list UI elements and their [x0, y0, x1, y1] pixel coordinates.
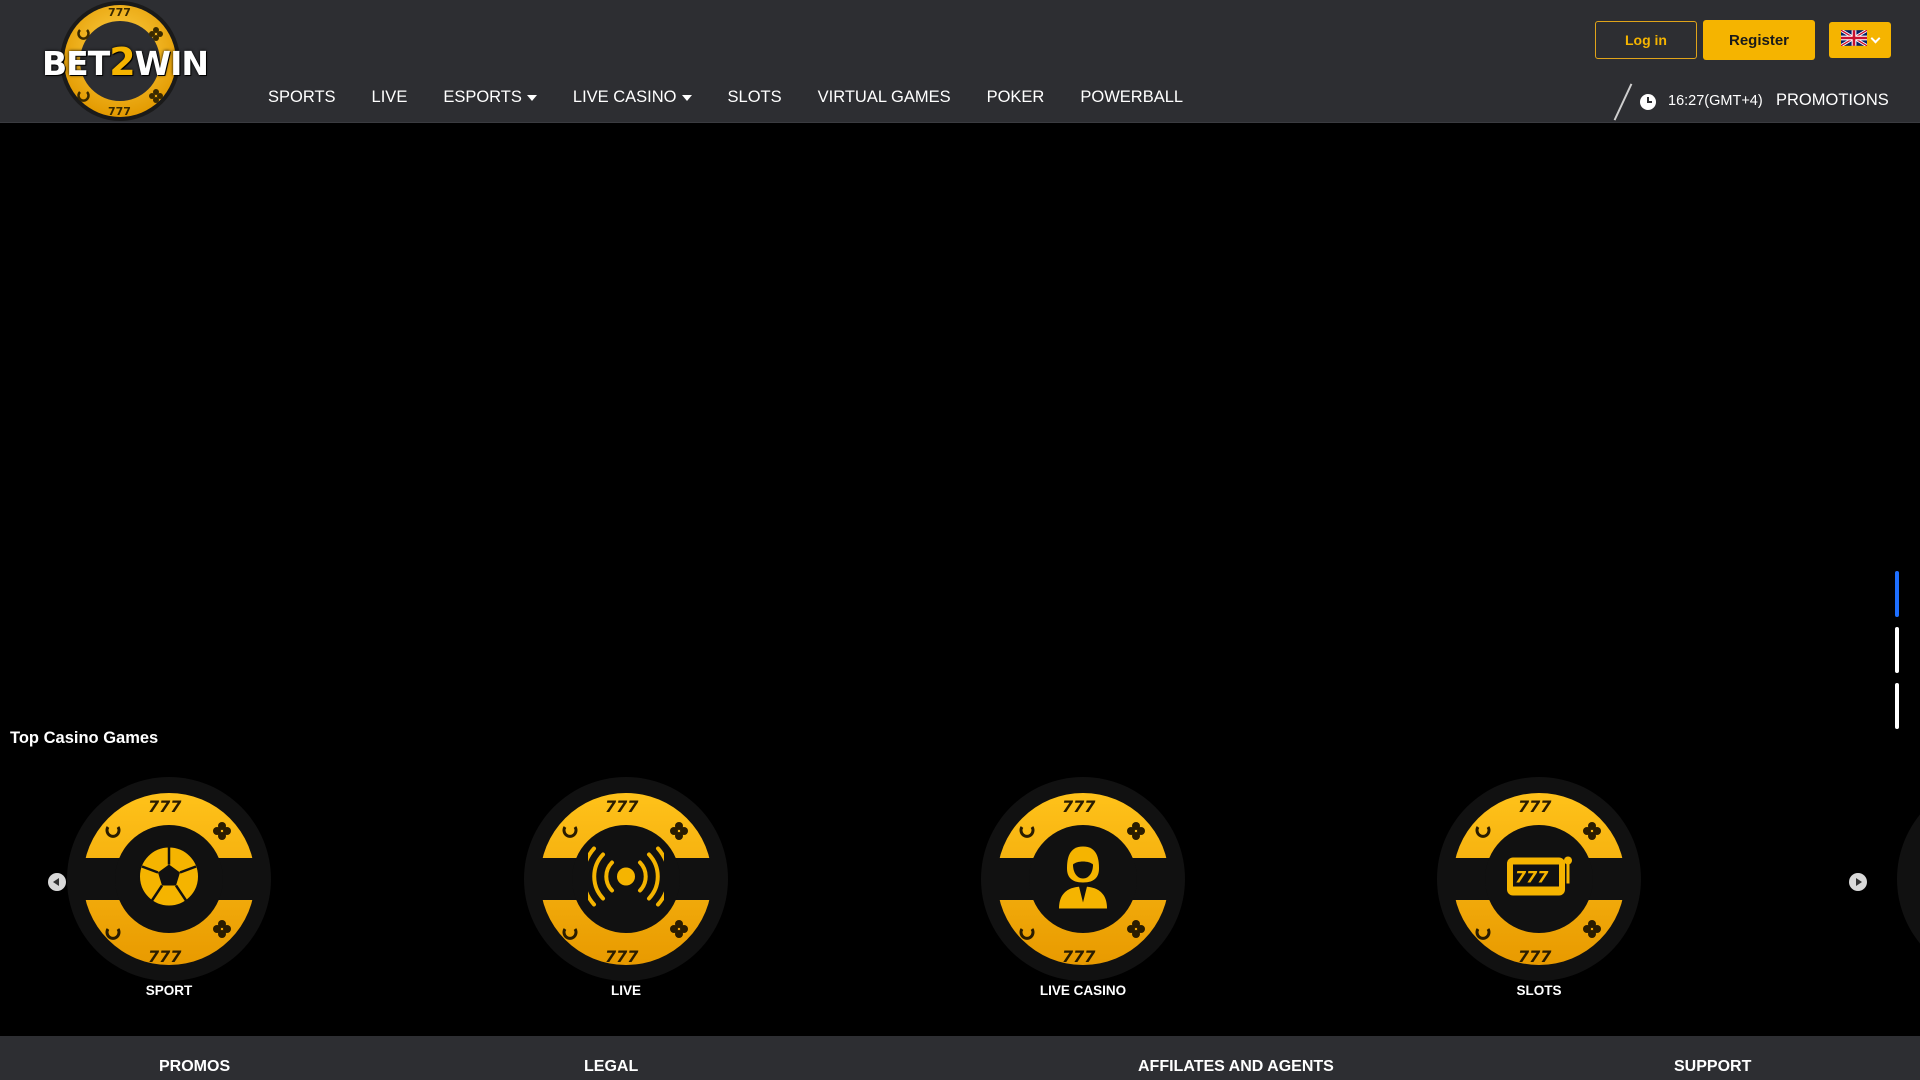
nav-slots[interactable]: SLOTS	[728, 88, 782, 107]
svg-text:777: 777	[1518, 797, 1552, 816]
nav-live-casino[interactable]: LIVE CASINO	[573, 88, 692, 107]
svg-text:777: 777	[1062, 797, 1096, 816]
live-broadcast-icon	[581, 846, 671, 912]
footer-promos-heading[interactable]: PROMOS	[159, 1058, 230, 1076]
nav-virtual-games[interactable]: VIRTUAL GAMES	[818, 88, 951, 107]
game-card-live[interactable]: 777 777 LIVE	[521, 774, 731, 1010]
clock-icon	[1640, 94, 1656, 110]
svg-text:777: 777	[605, 947, 639, 966]
svg-text:777: 777	[1518, 947, 1552, 966]
svg-text:777: 777	[605, 797, 639, 816]
svg-text:777: 777	[148, 947, 182, 966]
nav-powerball[interactable]: POWERBALL	[1080, 88, 1183, 107]
nav-poker[interactable]: POKER	[987, 88, 1045, 107]
game-label: SPORT	[145, 983, 193, 998]
logo-wordmark: BET2WIN	[42, 40, 209, 84]
svg-text:777: 777	[108, 6, 131, 19]
site-header: 777 777 BET2WIN SPORTS LIVE ESPORTS LIVE…	[0, 0, 1920, 123]
caret-down-icon	[681, 94, 692, 101]
footer-affiliates-heading[interactable]: AFFILATES AND AGENTS	[1138, 1058, 1334, 1076]
svg-text:777: 777	[148, 797, 182, 816]
bet2win-logo[interactable]: 777 777 BET2WIN	[42, 0, 209, 122]
nav-sports[interactable]: SPORTS	[268, 88, 336, 107]
slot-machine-icon: 777	[1504, 852, 1574, 907]
site-footer: PROMOS LEGAL AFFILATES AND AGENTS SUPPOR…	[0, 1036, 1920, 1080]
carousel-next-button[interactable]	[1849, 873, 1867, 891]
chip-graphic: 777 777	[978, 774, 1188, 984]
top-games-title: Top Casino Games	[10, 729, 159, 747]
register-button[interactable]: Register	[1703, 20, 1815, 60]
next-game-card-peek	[1894, 774, 1920, 984]
soccer-ball-icon	[135, 843, 203, 916]
game-card-slots[interactable]: 777 777 777 SLOTS	[1434, 774, 1644, 1010]
svg-text:777: 777	[1062, 947, 1096, 966]
uk-flag-icon	[1840, 28, 1868, 51]
nav-esports[interactable]: ESPORTS	[443, 88, 537, 107]
hero-banner	[0, 124, 1920, 729]
caret-down-icon	[526, 94, 537, 101]
game-label: LIVE CASINO	[1039, 983, 1127, 998]
divider	[1613, 83, 1633, 121]
chevron-down-icon	[1870, 33, 1881, 43]
game-card-sport[interactable]: 777 777 SPORT	[64, 774, 274, 1010]
main-nav: SPORTS LIVE ESPORTS LIVE CASINO SLOTS VI…	[268, 88, 1219, 107]
game-card-live-casino[interactable]: 777 777 LIVE CASINO	[978, 774, 1188, 1010]
chip-graphic: 777 777 777	[1434, 774, 1644, 984]
game-label: SLOTS	[1516, 983, 1562, 998]
svg-text:777: 777	[1515, 868, 1549, 887]
footer-legal-heading[interactable]: LEGAL	[584, 1058, 638, 1076]
game-label: LIVE	[610, 983, 641, 998]
arrow-right-icon	[1856, 878, 1862, 886]
nav-live[interactable]: LIVE	[372, 88, 408, 107]
login-button[interactable]: Log in	[1595, 21, 1697, 59]
chip-graphic: 777 777	[64, 774, 274, 984]
footer-support-heading[interactable]: SUPPORT	[1674, 1058, 1751, 1076]
dealer-icon	[1055, 843, 1111, 916]
svg-text:777: 777	[108, 105, 131, 118]
language-selector[interactable]	[1829, 22, 1891, 58]
slide-indicator-2[interactable]	[1895, 627, 1899, 673]
arrow-left-icon	[53, 878, 59, 886]
server-time: 16:27(GMT+4)	[1668, 93, 1763, 109]
hero-slide-indicators	[1895, 571, 1900, 739]
slide-indicator-3[interactable]	[1895, 683, 1899, 729]
nav-promotions[interactable]: PROMOTIONS	[1776, 91, 1889, 110]
slide-indicator-1[interactable]	[1895, 571, 1899, 617]
chip-graphic: 777 777	[521, 774, 731, 984]
